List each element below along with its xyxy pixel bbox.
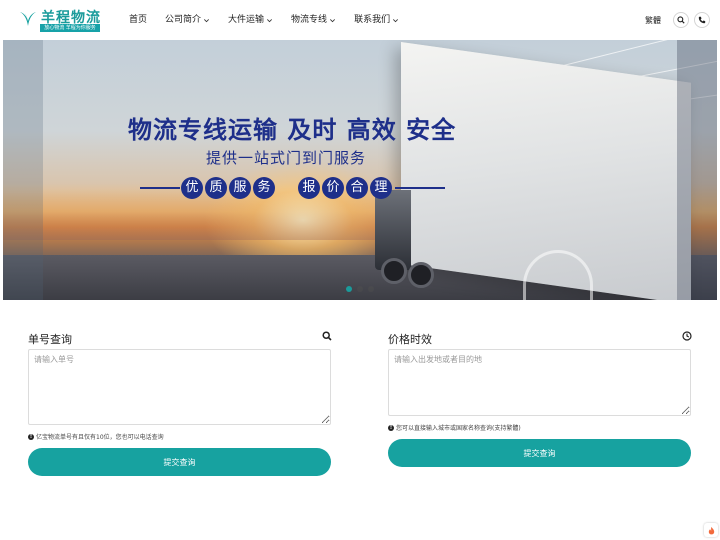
phone-button[interactable] xyxy=(694,12,710,28)
logo-subtitle: 放心物流 羊程为你服务 xyxy=(40,24,100,32)
banner-tag: 价 xyxy=(322,177,344,199)
pricing-panel: 价格时效 ! 您可以直接输入城市或国家名称查询(支持繁體) 提交查询 xyxy=(388,328,692,467)
banner-tags-price: 报 价 合 理 xyxy=(298,177,394,199)
nav-item-about[interactable]: 公司简介 xyxy=(156,0,219,40)
chevron-down-icon xyxy=(267,18,273,22)
phone-icon xyxy=(698,16,706,24)
nav-item-label: 大件运输 xyxy=(228,15,265,25)
site-header: 羊程物流 放心物流 羊程为你服务 首页 公司简介 大件运输 物流专线 联系我们 … xyxy=(0,0,720,40)
pricing-submit-button[interactable]: 提交查询 xyxy=(388,439,691,467)
carousel-pagination xyxy=(346,286,379,292)
banner-tag: 报 xyxy=(298,177,320,199)
banner-tag: 服 xyxy=(229,177,251,199)
flame-icon xyxy=(708,526,714,534)
flame-badge[interactable] xyxy=(704,523,718,537)
search-button[interactable] xyxy=(673,12,689,28)
language-toggle[interactable]: 繁體 xyxy=(645,15,661,26)
nav-item-heavy-transport[interactable]: 大件运输 xyxy=(219,0,282,40)
nav-item-contact[interactable]: 联系我们 xyxy=(345,0,408,40)
banner-tag: 质 xyxy=(205,177,227,199)
banner-tags-quality: 优 质 服 务 xyxy=(181,177,277,199)
banner-divider-line xyxy=(395,187,445,189)
banner-edge-left xyxy=(3,40,43,300)
info-icon: ! xyxy=(28,433,34,440)
nav-item-logistics-lines[interactable]: 物流专线 xyxy=(282,0,345,40)
banner-subtitle: 提供一站式门到门服务 xyxy=(206,149,367,167)
chevron-down-icon xyxy=(204,18,210,22)
nav-item-label: 首页 xyxy=(129,15,148,25)
tracking-title: 单号查询 xyxy=(28,333,72,346)
nav-item-label: 公司简介 xyxy=(165,15,202,25)
tracking-note: ! 亿宝物流单号有且仅有10位，您也可以电话查询 xyxy=(28,432,332,441)
nav-item-label: 物流专线 xyxy=(291,15,328,25)
tracking-panel: 单号查询 ! 亿宝物流单号有且仅有10位，您也可以电话查询 提交查询 xyxy=(28,328,332,476)
carousel-dot[interactable] xyxy=(346,286,352,292)
banner-truck-wheel xyxy=(408,262,434,288)
banner-edge-right xyxy=(677,40,717,300)
pricing-note: ! 您可以直接输入城市或国家名称查询(支持繁體) xyxy=(388,423,692,432)
logo-leaf-icon xyxy=(20,11,36,26)
destination-input[interactable] xyxy=(388,349,691,416)
chevron-down-icon xyxy=(393,18,399,22)
main-nav: 首页 公司简介 大件运输 物流专线 联系我们 xyxy=(120,0,408,40)
nav-item-home[interactable]: 首页 xyxy=(120,0,156,40)
search-icon xyxy=(677,16,685,24)
header-actions: 繁體 xyxy=(645,10,710,30)
banner-title: 物流专线运输 及时 高效 安全 xyxy=(128,116,457,144)
pricing-title: 价格时效 xyxy=(388,333,432,346)
banner-tag: 优 xyxy=(181,177,203,199)
carousel-dot[interactable] xyxy=(368,286,374,292)
banner-tag: 合 xyxy=(346,177,368,199)
banner-tag: 理 xyxy=(370,177,392,199)
clock-icon xyxy=(682,331,692,341)
nav-item-label: 联系我们 xyxy=(354,15,391,25)
banner-truck-wheel xyxy=(381,258,407,284)
tracking-submit-button[interactable]: 提交查询 xyxy=(28,448,331,476)
search-icon xyxy=(322,331,332,341)
tracking-number-input[interactable] xyxy=(28,349,331,425)
pricing-panel-header: 价格时效 xyxy=(388,328,692,346)
tracking-panel-header: 单号查询 xyxy=(28,328,332,346)
logo[interactable]: 羊程物流 放心物流 羊程为你服务 xyxy=(18,8,100,32)
chevron-down-icon xyxy=(330,18,336,22)
tracking-note-text: 亿宝物流单号有且仅有10位，您也可以电话查询 xyxy=(36,434,164,441)
info-icon: ! xyxy=(388,424,394,431)
hero-banner[interactable]: 物流专线运输 及时 高效 安全 提供一站式门到门服务 优 质 服 务 报 价 合… xyxy=(3,40,717,300)
banner-divider-line xyxy=(140,187,180,189)
carousel-dot[interactable] xyxy=(357,286,363,292)
banner-tag: 务 xyxy=(253,177,275,199)
pricing-note-text: 您可以直接输入城市或国家名称查询(支持繁體) xyxy=(396,425,521,432)
